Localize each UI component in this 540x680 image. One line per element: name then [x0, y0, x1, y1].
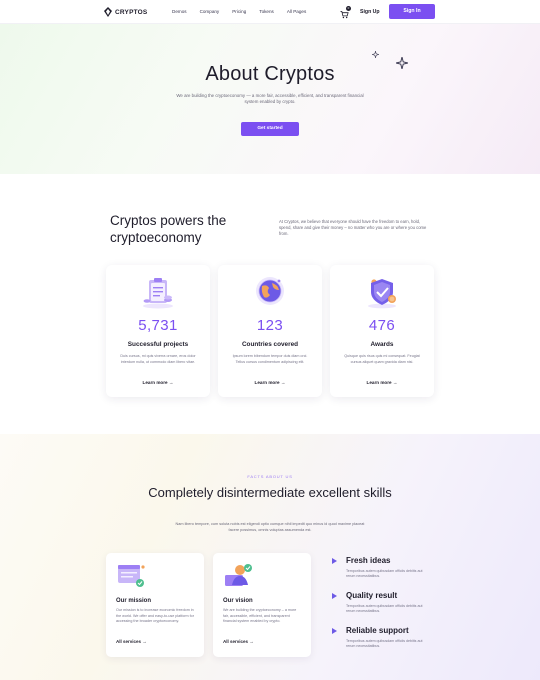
page-title: About Cryptos — [205, 63, 335, 85]
stat-value: 123 — [256, 317, 284, 334]
arrow-right-icon: → — [249, 639, 254, 644]
stat-card-awards: 476 Awards Quisque quis risus quis mi co… — [330, 265, 434, 397]
learn-more-label: Learn more — [366, 380, 392, 385]
triangle-right-icon — [332, 593, 337, 599]
all-services-label: All services — [223, 639, 249, 644]
nav-link-company[interactable]: Company — [200, 9, 220, 14]
feature-description: Temporibus autem quibusdam officiis debi… — [346, 604, 423, 614]
facts-description: Nam libero tempore, cum soluta nobis est… — [175, 522, 365, 532]
arrow-right-icon: → — [280, 380, 286, 385]
learn-more-label: Learn more — [254, 380, 280, 385]
feature-description: Temporibus autem quibusdam officiis debi… — [346, 569, 423, 579]
arrow-right-icon: → — [142, 639, 147, 644]
card-title: Our vision — [223, 598, 253, 604]
shield-coin-icon — [368, 279, 396, 309]
hero-description: We are building the cryptoeconomy — a mo… — [176, 93, 364, 105]
vision-icon — [225, 564, 252, 586]
cart-count-badge: 0 — [346, 6, 351, 11]
feature-description: Temporibus autem quibusdam officiis debi… — [346, 639, 423, 649]
brand-name: CRYPTOS — [115, 8, 148, 16]
arrow-right-icon: → — [392, 380, 398, 385]
nav-link-tokens[interactable]: Tokens — [259, 9, 274, 14]
feature-title: Quality result — [346, 591, 398, 600]
card-description: We are building the cryptoeconomy – a mo… — [223, 608, 297, 624]
brand-logo-icon — [104, 7, 112, 17]
stat-card-projects: 5,731 Successful projects Duis cursus, m… — [106, 265, 210, 397]
learn-more-label: Learn more — [142, 380, 168, 385]
sparkle-icon — [372, 51, 379, 58]
nav-link-all-pages[interactable]: All Pages — [287, 9, 306, 14]
powers-description: At Cryptos, we believe that everyone sho… — [279, 219, 427, 237]
learn-more-link[interactable]: Learn more → — [330, 380, 434, 385]
all-services-link[interactable]: All services → — [223, 639, 254, 644]
stat-value: 476 — [368, 317, 396, 334]
all-services-label: All services — [116, 639, 142, 644]
stat-label: Awards — [370, 341, 394, 348]
arrow-right-icon: → — [168, 380, 174, 385]
mission-card: Our mission Our mission is to increase e… — [106, 553, 204, 657]
powers-heading: Cryptos powers the cryptoeconomy — [110, 213, 227, 245]
stat-label: Successful projects — [127, 341, 189, 348]
facts-section: FACTS ABOUT US Completely disintermediat… — [0, 434, 540, 680]
all-services-link[interactable]: All services → — [116, 639, 147, 644]
card-description: Our mission is to increase economic free… — [116, 608, 194, 624]
learn-more-link[interactable]: Learn more → — [218, 380, 322, 385]
sign-up-link[interactable]: Sign Up — [360, 9, 380, 15]
mission-icon — [118, 565, 145, 587]
stat-description: Ipsum lorem bibendum tempor duis diam or… — [232, 354, 308, 364]
stat-label: Countries covered — [241, 341, 299, 348]
stat-description: Quisque quis risus quis mi consequat. Fe… — [344, 354, 420, 364]
top-navbar: CRYPTOS Demos Company Pricing Tokens All… — [0, 0, 540, 24]
cart-icon — [340, 10, 349, 19]
stat-description: Duis cursus, mi quis viverra ornare, ero… — [120, 354, 196, 364]
facts-heading: Completely disintermediate excellent ski… — [148, 485, 392, 500]
hero-section: About Cryptos We are building the crypto… — [0, 24, 540, 174]
get-started-button[interactable]: Get started — [241, 122, 299, 136]
stat-value: 5,731 — [138, 317, 178, 334]
nav-link-demos[interactable]: Demos — [172, 9, 187, 14]
stat-card-countries: 123 Countries covered Ipsum lorem bibend… — [218, 265, 322, 397]
nav-links: Demos Company Pricing Tokens All Pages — [172, 9, 319, 14]
feature-title: Reliable support — [346, 626, 409, 635]
sign-in-button[interactable]: Sign In — [389, 4, 435, 19]
nav-link-pricing[interactable]: Pricing — [232, 9, 246, 14]
brand-logo[interactable]: CRYPTOS — [104, 7, 147, 17]
feature-title: Fresh ideas — [346, 556, 391, 565]
globe-icon — [256, 277, 284, 305]
card-title: Our mission — [116, 598, 152, 604]
triangle-right-icon — [332, 628, 337, 634]
vision-card: Our vision We are building the cryptoeco… — [213, 553, 311, 657]
learn-more-link[interactable]: Learn more → — [106, 380, 210, 385]
triangle-right-icon — [332, 558, 337, 564]
cart-button[interactable]: 0 — [340, 6, 352, 19]
clipboard-coins-icon — [143, 278, 173, 309]
facts-eyebrow: FACTS ABOUT US — [247, 474, 293, 479]
